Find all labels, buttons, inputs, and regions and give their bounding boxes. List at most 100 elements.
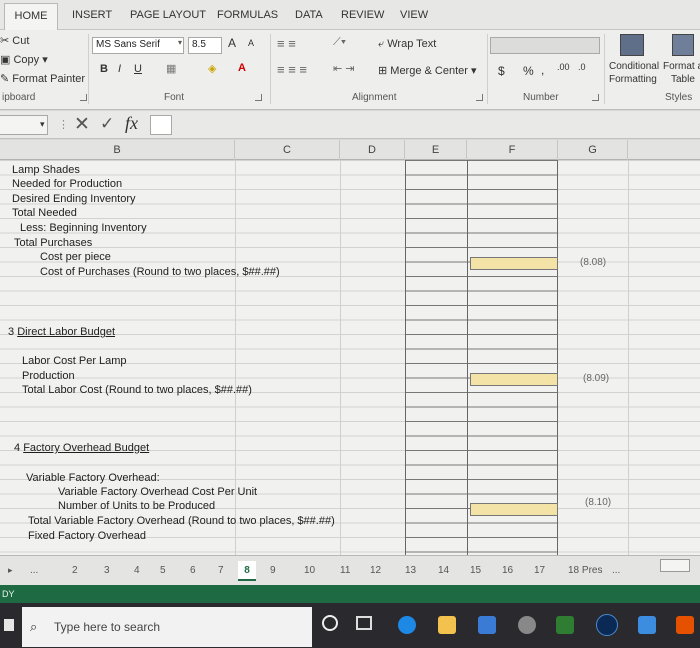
conditional-formatting-icon[interactable] [620,34,644,56]
sheet-tab[interactable]: 10 [304,565,315,576]
sheet-tab[interactable]: 14 [438,565,449,576]
mail-icon[interactable] [638,616,656,634]
cell-text[interactable]: Cost per piece [40,251,111,264]
underline-button[interactable]: U [134,63,142,75]
alignment-launcher-icon[interactable] [476,94,483,101]
highlighted-cell[interactable] [470,257,558,270]
tab-review[interactable]: REVIEW [341,9,384,21]
cell-text[interactable]: Less: Beginning Inventory [20,222,147,235]
cut-button[interactable]: ✂ Cut [0,34,29,47]
worksheet-grid[interactable]: Lamp Shades Needed for Production Desire… [0,160,700,555]
app-icon[interactable] [518,616,536,634]
decrease-decimal-button[interactable]: .0 [578,62,586,72]
cell-text[interactable]: Variable Factory Overhead Cost Per Unit [58,486,257,499]
cortana-icon[interactable] [322,615,338,631]
sheet-tab[interactable]: 15 [470,565,481,576]
tab-data[interactable]: DATA [295,9,323,21]
cell-text[interactable]: Total Needed [12,207,77,220]
cell-text[interactable]: Total Variable Factory Overhead (Round t… [28,515,335,528]
format-table-label[interactable]: Format a [663,61,700,72]
cell-text[interactable]: Total Purchases [14,237,92,250]
cell-text[interactable]: Cost of Purchases (Round to two places, … [40,266,280,279]
cell-text[interactable]: Desired Ending Inventory [12,193,136,206]
sheet-tab[interactable]: 16 [502,565,513,576]
cell-text[interactable]: Fixed Factory Overhead [28,530,146,543]
sheet-tab[interactable]: 18 Pres [568,565,602,576]
sheet-tab-active[interactable]: 8 [238,561,256,581]
clipboard-launcher-icon[interactable] [80,94,87,101]
insert-function-button[interactable]: fx [125,113,138,134]
taskbar-search-box[interactable]: ⌕ Type here to search [22,607,312,647]
column-header-c[interactable]: C [235,140,340,160]
chevron-down-icon[interactable]: ▾ [40,119,45,130]
column-header-b[interactable]: B [0,140,235,160]
percent-button[interactable]: % [523,64,534,78]
hp-icon[interactable] [596,614,618,636]
currency-button[interactable]: $ [498,64,505,78]
copy-button[interactable]: ▣ Copy ▾ [0,53,48,66]
sheet-tab[interactable]: 11 [340,565,350,576]
sheet-tab[interactable]: 3 [104,565,110,576]
format-as-table-icon[interactable] [672,34,694,56]
section-title[interactable]: 4 Factory Overhead Budget [14,442,149,455]
font-launcher-icon[interactable] [255,94,262,101]
excel-icon[interactable] [556,616,574,634]
sheet-tab[interactable]: 12 [370,565,381,576]
cell-text[interactable]: Production [22,370,75,383]
formula-input[interactable] [150,115,172,135]
section-title[interactable]: 3 Direct Labor Budget [8,326,115,339]
shrink-font-button[interactable]: A [248,38,254,48]
font-name-select[interactable]: MS Sans Serif [92,37,184,54]
column-header-d[interactable]: D [340,140,405,160]
task-view-icon[interactable] [356,616,372,630]
bold-button[interactable]: B [100,63,108,75]
file-explorer-icon[interactable] [438,616,456,634]
chevron-down-icon[interactable]: ▾ [178,38,182,47]
cancel-icon[interactable]: ✕ [74,113,90,136]
scroll-left-icon[interactable]: ▸ [8,565,13,576]
format-table-label-2[interactable]: Table [671,74,695,85]
number-format-select[interactable] [490,37,600,54]
sheet-tab[interactable]: 2 [72,565,78,576]
sheet-tab[interactable]: 9 [270,565,276,576]
sheet-tab[interactable]: ... [612,565,620,576]
cell-text[interactable]: Number of Units to be Produced [58,500,215,513]
comma-button[interactable]: , [541,63,544,77]
edge-browser-icon[interactable] [398,616,416,634]
increase-decimal-button[interactable]: .00 [557,62,570,72]
sheet-tab[interactable]: 7 [218,565,224,576]
sheet-tab[interactable]: ... [30,565,38,576]
cell-text[interactable]: Labor Cost Per Lamp [22,355,127,368]
sheet-tab[interactable]: 5 [160,565,166,576]
highlighted-cell[interactable] [470,503,558,516]
font-color-icon[interactable]: A [238,62,246,74]
italic-button[interactable]: I [118,63,121,75]
merge-center-button[interactable]: ⊞ Merge & Center ▾ [378,64,477,77]
tab-page-layout[interactable]: PAGE LAYOUT [130,9,206,21]
borders-icon[interactable]: ▦ [166,62,176,75]
tab-insert[interactable]: INSERT [72,9,112,21]
fill-color-icon[interactable]: ◈ [208,62,216,75]
sheet-tab[interactable]: 4 [134,565,140,576]
column-header-f[interactable]: F [467,140,558,160]
font-size-select[interactable]: 8.5 [188,37,222,54]
indent-icon[interactable]: ⇤ ⇥ [333,62,355,75]
store-icon[interactable] [478,616,496,634]
cell-value[interactable]: (8.08) [580,257,606,268]
sheet-tab[interactable]: 17 [534,565,545,576]
conditional-formatting-label-2[interactable]: Formatting [609,74,657,85]
sheet-tab[interactable]: 6 [190,565,196,576]
enter-icon[interactable]: ✓ [100,114,114,134]
tab-view[interactable]: VIEW [400,9,428,21]
sheet-tab[interactable]: 13 [405,565,416,576]
format-painter-button[interactable]: ✎ Format Painter [0,72,85,85]
wrap-text-button[interactable]: ⤶ Wrap Text [378,38,436,51]
cell-text[interactable]: Lamp Shades [12,164,80,177]
column-header-e[interactable]: E [405,140,467,160]
media-icon[interactable] [676,616,694,634]
cell-value[interactable]: (8.09) [583,373,609,384]
highlighted-cell[interactable] [470,373,558,386]
orientation-icon[interactable]: ⟋▾ [333,36,346,49]
column-header-g[interactable]: G [558,140,628,160]
grow-font-button[interactable]: A [228,36,236,50]
